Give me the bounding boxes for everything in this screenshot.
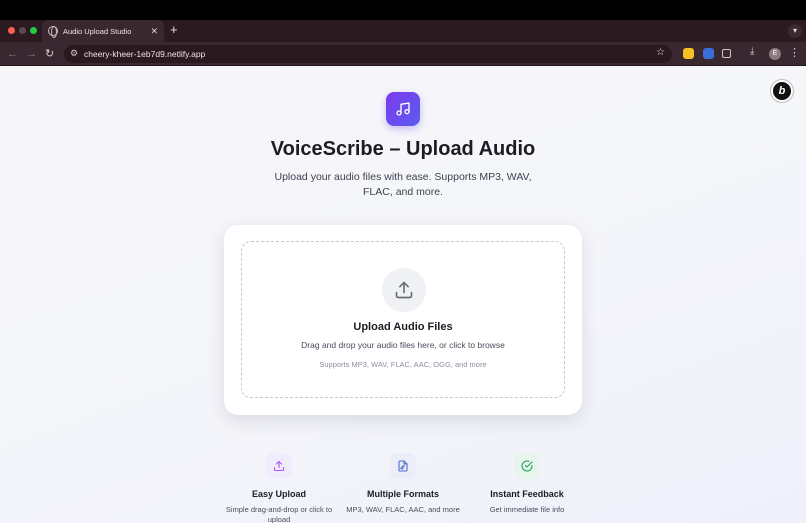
address-bar[interactable]: ⚙ cheery-kheer-1eb7d9.netlify.app ☆ bbox=[64, 45, 672, 63]
extension-icon[interactable] bbox=[703, 48, 714, 59]
upload-icon bbox=[382, 268, 426, 312]
back-arrow-icon[interactable]: ← bbox=[7, 47, 18, 61]
music-note-icon bbox=[386, 92, 420, 126]
download-icon[interactable]: ⤓ bbox=[750, 46, 754, 57]
tab-bar: Audio Upload Studio ✕ + ▾ bbox=[0, 20, 806, 42]
page-subtitle: Upload your audio files with ease. Suppo… bbox=[274, 171, 532, 198]
tab-audio-upload-studio[interactable]: Audio Upload Studio ✕ bbox=[42, 20, 164, 42]
check-circle-icon bbox=[514, 453, 540, 479]
close-window-button[interactable] bbox=[8, 27, 15, 34]
dropzone-formats: Supports MP3, WAV, FLAC, AAC, OGG, and m… bbox=[319, 360, 487, 369]
upload-dropzone[interactable]: Upload Audio Files Drag and drop your au… bbox=[241, 241, 565, 398]
url-text[interactable]: cheery-kheer-1eb7d9.netlify.app bbox=[84, 49, 205, 59]
feature-description: Simple drag-and-drop or click to upload bbox=[225, 505, 333, 523]
feature-title: Easy Upload bbox=[251, 489, 307, 499]
upload-icon bbox=[266, 453, 292, 479]
tab-title: Audio Upload Studio bbox=[63, 26, 132, 36]
minimize-window-button[interactable] bbox=[19, 27, 26, 34]
tab-search-button[interactable]: ▾ bbox=[788, 24, 802, 38]
site-settings-icon[interactable]: ⚙ bbox=[70, 48, 78, 59]
page-content: b VoiceScribe – Upload Audio Upload your… bbox=[0, 66, 806, 523]
dropzone-description: Drag and drop your audio files here, or … bbox=[301, 340, 505, 350]
page-title: VoiceScribe – Upload Audio bbox=[270, 138, 536, 160]
feature-instant-feedback: Instant Feedback Get immediate file info bbox=[467, 453, 587, 515]
feature-easy-upload: Easy Upload Simple drag-and-drop or clic… bbox=[219, 453, 339, 523]
feature-description: MP3, WAV, FLAC, AAC, and more bbox=[346, 505, 460, 514]
feature-title: Instant Feedback bbox=[490, 489, 564, 499]
dropzone-title: Upload Audio Files bbox=[353, 321, 453, 333]
system-top-bar bbox=[0, 0, 806, 20]
new-tab-button[interactable]: + bbox=[170, 23, 178, 37]
forward-arrow-icon[interactable]: → bbox=[26, 47, 37, 61]
browser-toolbar: ← → ↻ ⚙ cheery-kheer-1eb7d9.netlify.app … bbox=[0, 42, 806, 66]
more-menu-icon[interactable]: ⋮ bbox=[789, 46, 800, 59]
feature-description: Get immediate file info bbox=[489, 505, 565, 514]
reload-icon[interactable]: ↻ bbox=[45, 47, 54, 61]
bolt-badge-icon[interactable]: b bbox=[771, 80, 793, 102]
profile-avatar[interactable]: E bbox=[769, 48, 781, 60]
upload-card: Upload Audio Files Drag and drop your au… bbox=[224, 225, 582, 415]
globe-icon bbox=[48, 26, 58, 38]
audio-file-icon bbox=[390, 453, 416, 479]
feature-title: Multiple Formats bbox=[366, 489, 439, 499]
bookmark-star-icon[interactable]: ☆ bbox=[656, 47, 665, 58]
maximize-window-button[interactable] bbox=[30, 27, 37, 34]
close-icon[interactable]: ✕ bbox=[150, 26, 158, 36]
extension-icon[interactable] bbox=[683, 48, 694, 59]
extensions-puzzle-icon[interactable] bbox=[722, 49, 731, 58]
feature-multiple-formats: Multiple Formats MP3, WAV, FLAC, AAC, an… bbox=[343, 453, 463, 515]
